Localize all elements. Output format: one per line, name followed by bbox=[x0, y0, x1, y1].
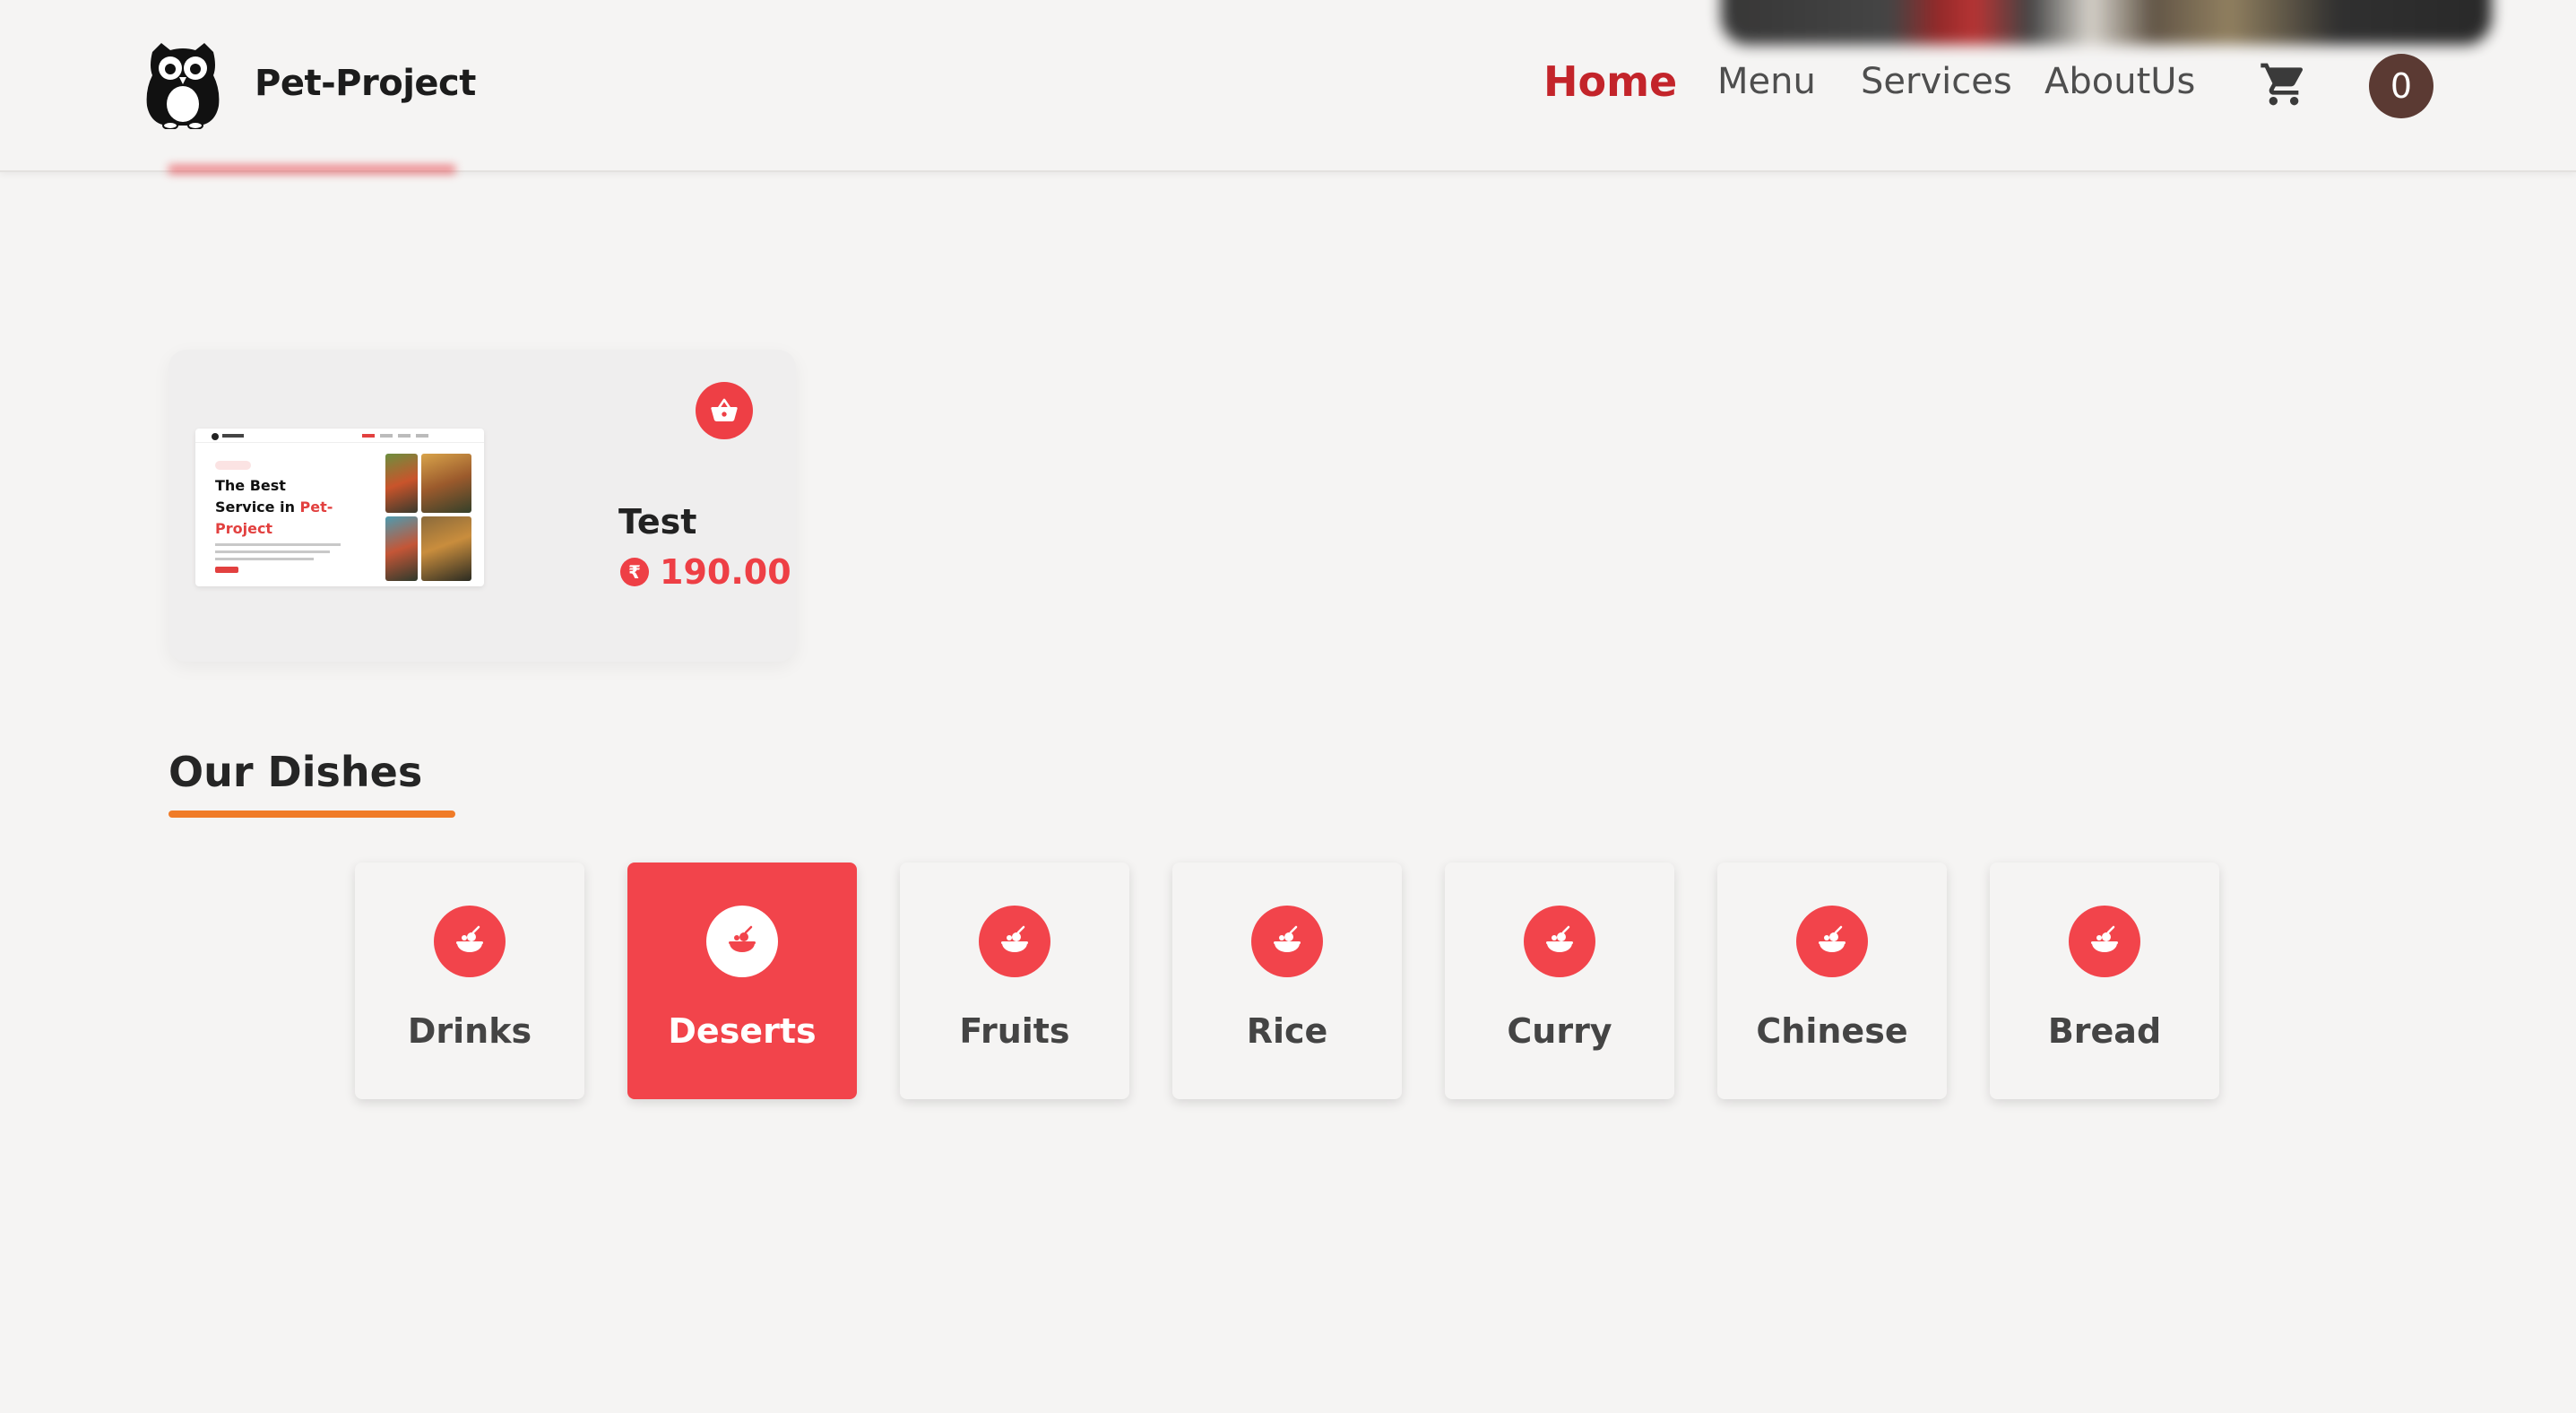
thumbnail-nav bbox=[416, 434, 428, 438]
nav-home[interactable]: Home bbox=[1543, 57, 1677, 106]
site-header: Pet-Project Home Menu Services AboutUs 0 bbox=[0, 0, 2576, 172]
food-icon bbox=[456, 925, 483, 952]
nav-about-us[interactable]: AboutUs bbox=[2044, 61, 2195, 102]
category-label: Fruits bbox=[959, 1011, 1070, 1051]
thumbnail-headline: The Best Service in Pet-Project bbox=[215, 475, 350, 540]
thumbnail-headline-text: The Best Service in bbox=[215, 477, 295, 516]
category-icon-circle bbox=[1524, 906, 1595, 977]
section-title: Our Dishes bbox=[169, 748, 423, 796]
category-label: Curry bbox=[1507, 1011, 1612, 1051]
category-icon-circle bbox=[1796, 906, 1868, 977]
category-label: Drinks bbox=[407, 1011, 532, 1051]
product-price-row: ₹ 190.00 bbox=[620, 550, 791, 594]
category-deserts[interactable]: Deserts bbox=[627, 863, 857, 1099]
owl-logo-icon[interactable] bbox=[143, 39, 222, 129]
category-icon-circle bbox=[979, 906, 1050, 977]
product-thumbnail: The Best Service in Pet-Project bbox=[195, 429, 484, 586]
category-icon-circle bbox=[434, 906, 506, 977]
category-icon-circle bbox=[2069, 906, 2140, 977]
category-bread[interactable]: Bread bbox=[1990, 863, 2219, 1099]
section-title-underline bbox=[169, 811, 455, 818]
food-icon bbox=[2091, 925, 2118, 952]
user-avatar[interactable]: 0 bbox=[2369, 54, 2433, 118]
category-fruits[interactable]: Fruits bbox=[900, 863, 1129, 1099]
thumbnail-food-image bbox=[421, 454, 471, 513]
thumbnail-logotext bbox=[222, 434, 244, 438]
nav-services[interactable]: Services bbox=[1861, 61, 2012, 102]
brand-name[interactable]: Pet-Project bbox=[255, 63, 476, 104]
thumbnail-logo bbox=[212, 433, 219, 440]
food-icon bbox=[1001, 925, 1028, 952]
thumbnail-text-line bbox=[215, 543, 341, 546]
thumbnail-badge bbox=[215, 461, 251, 470]
thumbnail-button bbox=[215, 567, 238, 573]
category-chinese[interactable]: Chinese bbox=[1717, 863, 1947, 1099]
thumbnail-food-image bbox=[421, 516, 471, 581]
category-drinks[interactable]: Drinks bbox=[355, 863, 584, 1099]
nav-menu[interactable]: Menu bbox=[1717, 61, 1816, 102]
thumbnail-nav bbox=[380, 434, 393, 438]
food-icon bbox=[1819, 925, 1846, 952]
product-price: 190.00 bbox=[660, 552, 791, 592]
rupee-icon: ₹ bbox=[620, 558, 649, 586]
thumbnail-text-line bbox=[215, 558, 314, 560]
hero-image-blur bbox=[1721, 0, 2492, 45]
category-label: Bread bbox=[2047, 1011, 2162, 1051]
add-to-basket-button[interactable] bbox=[696, 382, 753, 439]
category-label: Deserts bbox=[668, 1011, 817, 1051]
thumbnail-food-image bbox=[385, 454, 418, 513]
category-icon-circle bbox=[1251, 906, 1323, 977]
thumbnail-nav bbox=[398, 434, 411, 438]
category-label: Chinese bbox=[1756, 1011, 1908, 1051]
food-icon bbox=[1546, 925, 1573, 952]
shopping-cart-icon[interactable] bbox=[2259, 59, 2309, 109]
category-curry[interactable]: Curry bbox=[1445, 863, 1674, 1099]
food-icon bbox=[1274, 925, 1301, 952]
product-title: Test bbox=[618, 502, 697, 542]
thumbnail-nav bbox=[362, 434, 375, 438]
category-icon-circle bbox=[706, 906, 778, 977]
hero-underline-blur bbox=[169, 165, 455, 174]
basket-icon bbox=[711, 398, 738, 421]
thumbnail-text-line bbox=[215, 550, 330, 553]
category-rice[interactable]: Rice bbox=[1172, 863, 1402, 1099]
product-card[interactable]: The Best Service in Pet-Project Test ₹ 1… bbox=[169, 350, 796, 662]
category-label: Rice bbox=[1246, 1011, 1328, 1051]
thumbnail-food-image bbox=[385, 516, 418, 581]
food-icon bbox=[729, 925, 756, 952]
